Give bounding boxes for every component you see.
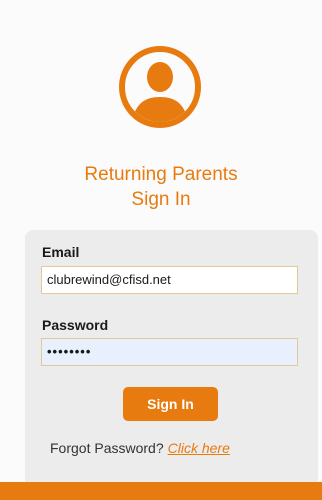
forgot-password-text: Forgot Password? [50, 440, 164, 456]
page-title: Returning Parents [84, 164, 238, 185]
password-label: Password [42, 317, 109, 333]
forgot-password-row: Forgot Password? Click here [50, 440, 230, 456]
email-field[interactable]: clubrewind@cfisd.net [41, 266, 298, 294]
user-icon [118, 45, 202, 129]
forgot-password-link[interactable]: Click here [168, 440, 230, 456]
email-label: Email [42, 244, 80, 260]
page-subtitle: Sign In [131, 189, 191, 210]
password-field[interactable]: •••••••• [41, 338, 298, 366]
footer-bar [0, 482, 322, 500]
signin-panel: Email clubrewind@cfisd.net Password ••••… [25, 230, 318, 482]
sign-in-button[interactable]: Sign In [123, 387, 218, 421]
